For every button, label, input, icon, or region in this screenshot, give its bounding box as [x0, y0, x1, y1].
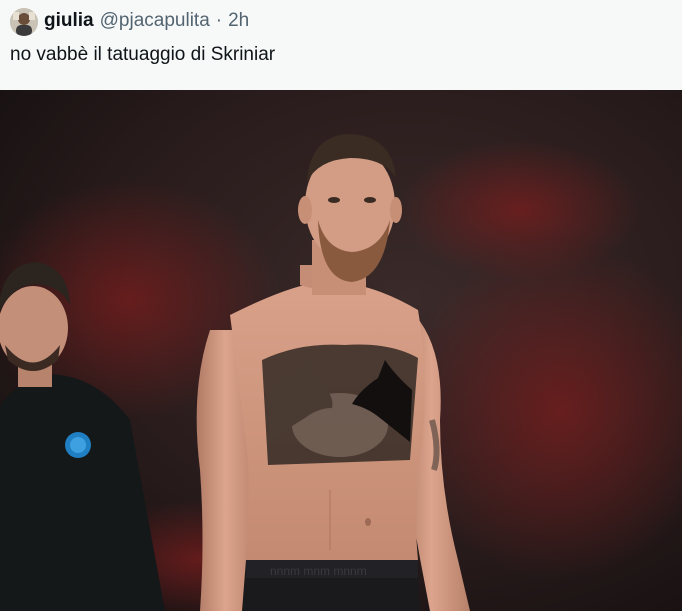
tweet-byline: giulia @pjacapulita · 2h — [44, 9, 249, 33]
avatar-image — [10, 8, 38, 36]
tweet-timestamp[interactable]: 2h — [228, 10, 249, 32]
avatar[interactable] — [10, 8, 38, 36]
photo-image: nnnm mnm mnnm — [0, 90, 682, 611]
tweet-text: no vabbè il tatuaggio di Skriniar — [10, 44, 276, 65]
author-name[interactable]: giulia — [44, 10, 94, 32]
svg-text:nnnm mnm mnnm: nnnm mnm mnnm — [270, 564, 367, 578]
tweet-photo[interactable]: nnnm mnm mnnm — [0, 90, 682, 611]
tweet-header: giulia @pjacapulita · 2h no vabbè il tat… — [0, 0, 682, 90]
author-handle[interactable]: @pjacapulita — [100, 10, 210, 32]
separator-dot: · — [215, 10, 223, 31]
